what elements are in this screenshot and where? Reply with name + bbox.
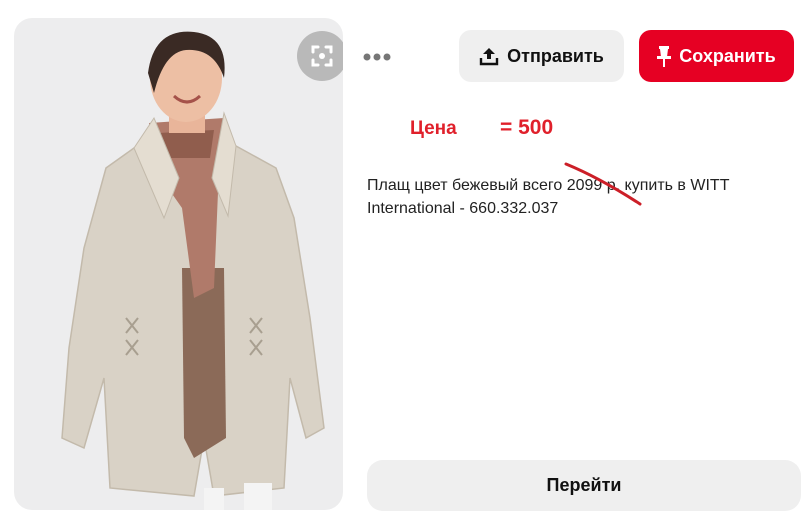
more-options-button[interactable] — [358, 38, 396, 76]
save-label: Сохранить — [679, 45, 776, 66]
save-button[interactable]: Сохранить — [639, 30, 794, 82]
share-label: Отправить — [507, 45, 604, 66]
visit-label: Перейти — [546, 475, 622, 495]
price-label: Цена — [410, 118, 457, 139]
visual-search-button[interactable] — [297, 31, 343, 81]
product-photo — [61, 31, 325, 510]
upload-icon — [479, 48, 499, 66]
price-strike-mark — [564, 162, 642, 206]
price-value: = 500 — [500, 116, 554, 139]
share-button[interactable]: Отправить — [459, 30, 624, 82]
visit-button[interactable]: Перейти — [367, 460, 801, 511]
crop-scan-icon — [311, 45, 333, 67]
pushpin-icon — [657, 46, 672, 67]
pin-image[interactable] — [14, 18, 343, 510]
more-horizontal-icon — [363, 53, 391, 61]
